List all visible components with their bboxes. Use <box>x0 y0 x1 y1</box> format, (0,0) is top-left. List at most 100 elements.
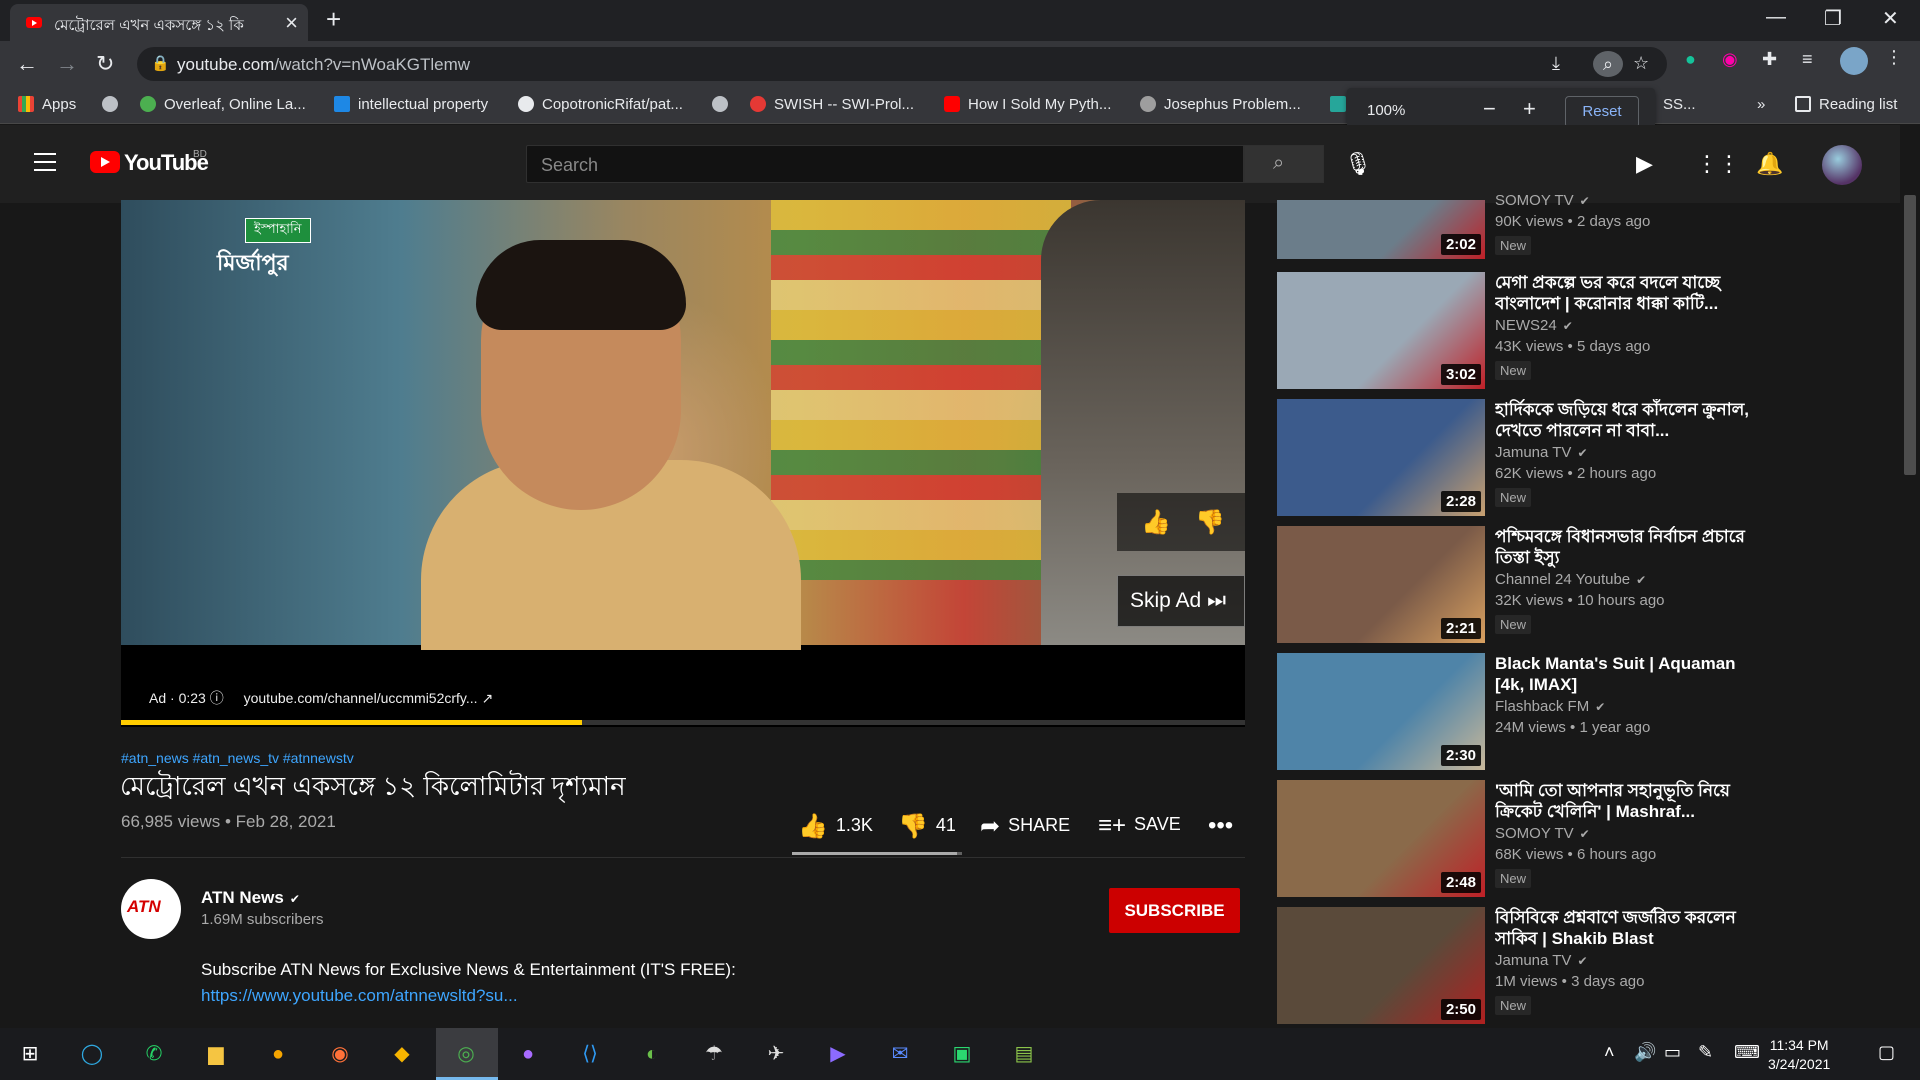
app-icon[interactable]: ✈ <box>760 1038 792 1070</box>
skip-ad-button[interactable]: Skip Ad ⏭ <box>1117 575 1245 627</box>
network-icon[interactable]: ▭ <box>1664 1042 1681 1063</box>
reading-list-button[interactable]: Reading list <box>1795 96 1897 113</box>
channel-name[interactable]: ATN News ✔ <box>201 888 300 908</box>
bookmark-github[interactable]: CopotronicRifat/pat... <box>518 96 683 113</box>
progress-bar[interactable] <box>121 720 1245 725</box>
reload-icon[interactable]: ↻ <box>96 51 114 77</box>
video-thumbnail[interactable]: 2:02 <box>1277 200 1485 259</box>
install-icon[interactable]: ⤓ <box>1552 53 1560 74</box>
search-input[interactable]: Search <box>526 145 1244 183</box>
app-icon[interactable]: ◆ <box>386 1038 418 1070</box>
video-thumbnail[interactable]: 2:48 <box>1277 780 1485 897</box>
recommendation-item[interactable]: 3:02 মেগা প্রকল্পে ভর করে বদলে যাচ্ছে বাং… <box>1277 272 1757 394</box>
recommendation-item[interactable]: 2:50 বিসিবিকে প্রশ্নবাণে জর্জরিত করলেন সা… <box>1277 907 1757 1029</box>
extension-icon[interactable]: ◉ <box>1722 49 1738 70</box>
video-frame[interactable]: ইস্পাহানি মির্জাপুর 👍 👎 Skip Ad ⏭ <box>121 200 1245 650</box>
zoom-out-button[interactable]: − <box>1483 96 1496 122</box>
recommendation-channel[interactable]: Jamuna TV ✔ <box>1495 444 1588 461</box>
whatsapp-icon[interactable]: ✆ <box>138 1038 170 1070</box>
video-thumbnail[interactable]: 3:02 <box>1277 272 1485 389</box>
tray-chevron-icon[interactable]: ˄ <box>1604 1042 1615 1063</box>
vscode-icon[interactable]: ⟨⟩ <box>574 1038 606 1070</box>
volume-icon[interactable]: 🔊 <box>1634 1042 1656 1063</box>
bookmark-youtube[interactable]: How I Sold My Pyth... <box>944 96 1111 113</box>
firefox-icon[interactable]: ◉ <box>324 1038 356 1070</box>
zoom-reset-button[interactable]: Reset <box>1565 96 1639 128</box>
app-icon[interactable]: ● <box>262 1038 294 1070</box>
forward-icon[interactable]: → <box>56 51 78 77</box>
apps-grid-icon[interactable]: ⋮⋮ <box>1696 151 1740 177</box>
thumbs-down-icon[interactable]: 👎 <box>1195 508 1225 537</box>
pen-icon[interactable]: ✎ <box>1698 1042 1713 1063</box>
video-player[interactable]: ইস্পাহানি মির্জাপুর 👍 👎 Skip Ad ⏭ Ad · 0… <box>121 200 1245 727</box>
new-tab-button[interactable]: + <box>326 4 341 35</box>
recommendation-item[interactable]: 2:21 পশ্চিমবঙ্গে বিধানসভার নির্বাচন প্রচা… <box>1277 526 1757 648</box>
bookmark-swish[interactable]: SWISH -- SWI-Prol... <box>750 96 914 113</box>
taskbar-clock[interactable]: 11:34 PM 3/24/2021 <box>1768 1036 1830 1074</box>
bookmark-intellectual-property[interactable]: intellectual property <box>334 96 488 113</box>
recommendation-channel[interactable]: SOMOY TV ✔ <box>1495 192 1590 209</box>
video-thumbnail[interactable]: 2:28 <box>1277 399 1485 516</box>
chrome-icon[interactable]: ◎ <box>450 1038 482 1070</box>
thumbs-up-icon[interactable]: 👍 <box>1141 508 1171 537</box>
recommendation-item[interactable]: 2:48 'আমি তো আপনার সহানুভূতি নিয়ে ক্রিকে… <box>1277 780 1757 902</box>
subscribe-button[interactable]: SUBSCRIBE <box>1109 888 1240 933</box>
scrollbar-thumb[interactable] <box>1904 195 1916 475</box>
bookmark-overleaf[interactable]: Overleaf, Online La... <box>140 96 306 113</box>
ad-url-link[interactable]: youtube.com/channel/uccmmi52crfy... <box>244 690 478 706</box>
app-icon[interactable]: ◐ <box>636 1038 668 1070</box>
video-thumbnail[interactable]: 2:50 <box>1277 907 1485 1024</box>
recommendation-item[interactable]: 2:02 SOMOY TV ✔ 90K views • 2 days ago New <box>1277 192 1757 260</box>
page-scrollbar[interactable] <box>1900 125 1920 1028</box>
app-icon[interactable]: ☂ <box>698 1038 730 1070</box>
description-link[interactable]: https://www.youtube.com/atnnewsltd?su... <box>201 986 518 1006</box>
recommendation-title[interactable]: পশ্চিমবঙ্গে বিধানসভার নির্বাচন প্রচারে ত… <box>1495 526 1757 568</box>
recommendation-channel[interactable]: Channel 24 Youtube ✔ <box>1495 571 1646 588</box>
hamburger-menu-icon[interactable] <box>34 153 56 171</box>
recommendation-channel[interactable]: NEWS24 ✔ <box>1495 317 1573 334</box>
bookmark-apps[interactable]: Apps <box>18 96 76 113</box>
info-icon[interactable]: ⓘ <box>210 690 224 706</box>
share-button[interactable]: ➦ SHARE <box>980 812 1070 841</box>
recommendation-channel[interactable]: SOMOY TV ✔ <box>1495 825 1590 842</box>
browser-tab[interactable]: মেট্রোরেল এখন একসঙ্গে ১২ কি × <box>10 4 308 41</box>
recommendation-title[interactable]: হার্দিককে জড়িয়ে ধরে কাঁদলেন ক্রুনাল, দ… <box>1495 399 1757 441</box>
notifications-bell-icon[interactable]: 🔔 <box>1756 151 1783 177</box>
zoom-in-button[interactable]: + <box>1523 96 1536 122</box>
hashtags[interactable]: #atn_news #atn_news_tv #atnnewstv <box>121 750 354 766</box>
close-window-icon[interactable]: ✕ <box>1882 6 1899 31</box>
url-text[interactable]: youtube.com/watch?v=nWoaKGTlemw <box>177 55 470 75</box>
dislike-button[interactable]: 👎 41 <box>898 812 956 841</box>
microphone-icon[interactable]: 🎙 <box>1344 151 1372 177</box>
recommendation-item[interactable]: 2:28 হার্দিককে জড়িয়ে ধরে কাঁদলেন ক্রুনা… <box>1277 399 1757 521</box>
video-thumbnail[interactable]: 2:21 <box>1277 526 1485 643</box>
external-link-icon[interactable]: ↗ <box>481 690 493 706</box>
recommendation-title[interactable]: 'আমি তো আপনার সহানুভূতি নিয়ে ক্রিকেট খে… <box>1495 780 1757 822</box>
channel-avatar[interactable]: ATN <box>121 879 181 939</box>
bookmark-josephus[interactable]: Josephus Problem... <box>1140 96 1301 113</box>
app-icon[interactable]: ▤ <box>1008 1038 1040 1070</box>
search-cortana-icon[interactable]: ◯ <box>76 1038 108 1070</box>
bookmark-globe[interactable] <box>102 96 126 113</box>
media-control-icon[interactable]: ≡ <box>1802 49 1813 70</box>
save-button[interactable]: ≡+ SAVE <box>1098 812 1181 840</box>
more-actions-icon[interactable]: ••• <box>1208 812 1241 840</box>
like-button[interactable]: 👍 1.3K <box>798 812 873 841</box>
github-desktop-icon[interactable]: ● <box>512 1038 544 1070</box>
recommendation-title[interactable]: Black Manta's Suit | Aquaman [4k, IMAX] <box>1495 653 1757 695</box>
recommendation-item[interactable]: 2:30 Black Manta's Suit | Aquaman [4k, IM… <box>1277 653 1757 775</box>
recommendation-channel[interactable]: Jamuna TV ✔ <box>1495 952 1588 969</box>
notification-center-icon[interactable]: ▢ <box>1878 1042 1895 1063</box>
recommendation-title[interactable]: বিসিবিকে প্রশ্নবাণে জর্জরিত করলেন সাকিব … <box>1495 907 1757 949</box>
grammarly-extension-icon[interactable]: ● <box>1685 49 1696 70</box>
keyboard-icon[interactable]: ⌨ <box>1734 1042 1760 1063</box>
create-video-icon[interactable]: ▶ <box>1636 151 1653 177</box>
recommendation-title[interactable]: মেগা প্রকল্পে ভর করে বদলে যাচ্ছে বাংলাদে… <box>1495 272 1757 314</box>
bookmark-star-icon[interactable]: ☆ <box>1633 53 1649 74</box>
youtube-logo-icon[interactable] <box>90 151 120 173</box>
bookmark-globe-2[interactable] <box>712 96 736 113</box>
windows-start-icon[interactable]: ⊞ <box>14 1038 46 1070</box>
puzzle-extensions-icon[interactable]: ✚ <box>1762 49 1777 70</box>
video-thumbnail[interactable]: 2:30 <box>1277 653 1485 770</box>
visual-studio-icon[interactable]: ▶ <box>822 1038 854 1070</box>
